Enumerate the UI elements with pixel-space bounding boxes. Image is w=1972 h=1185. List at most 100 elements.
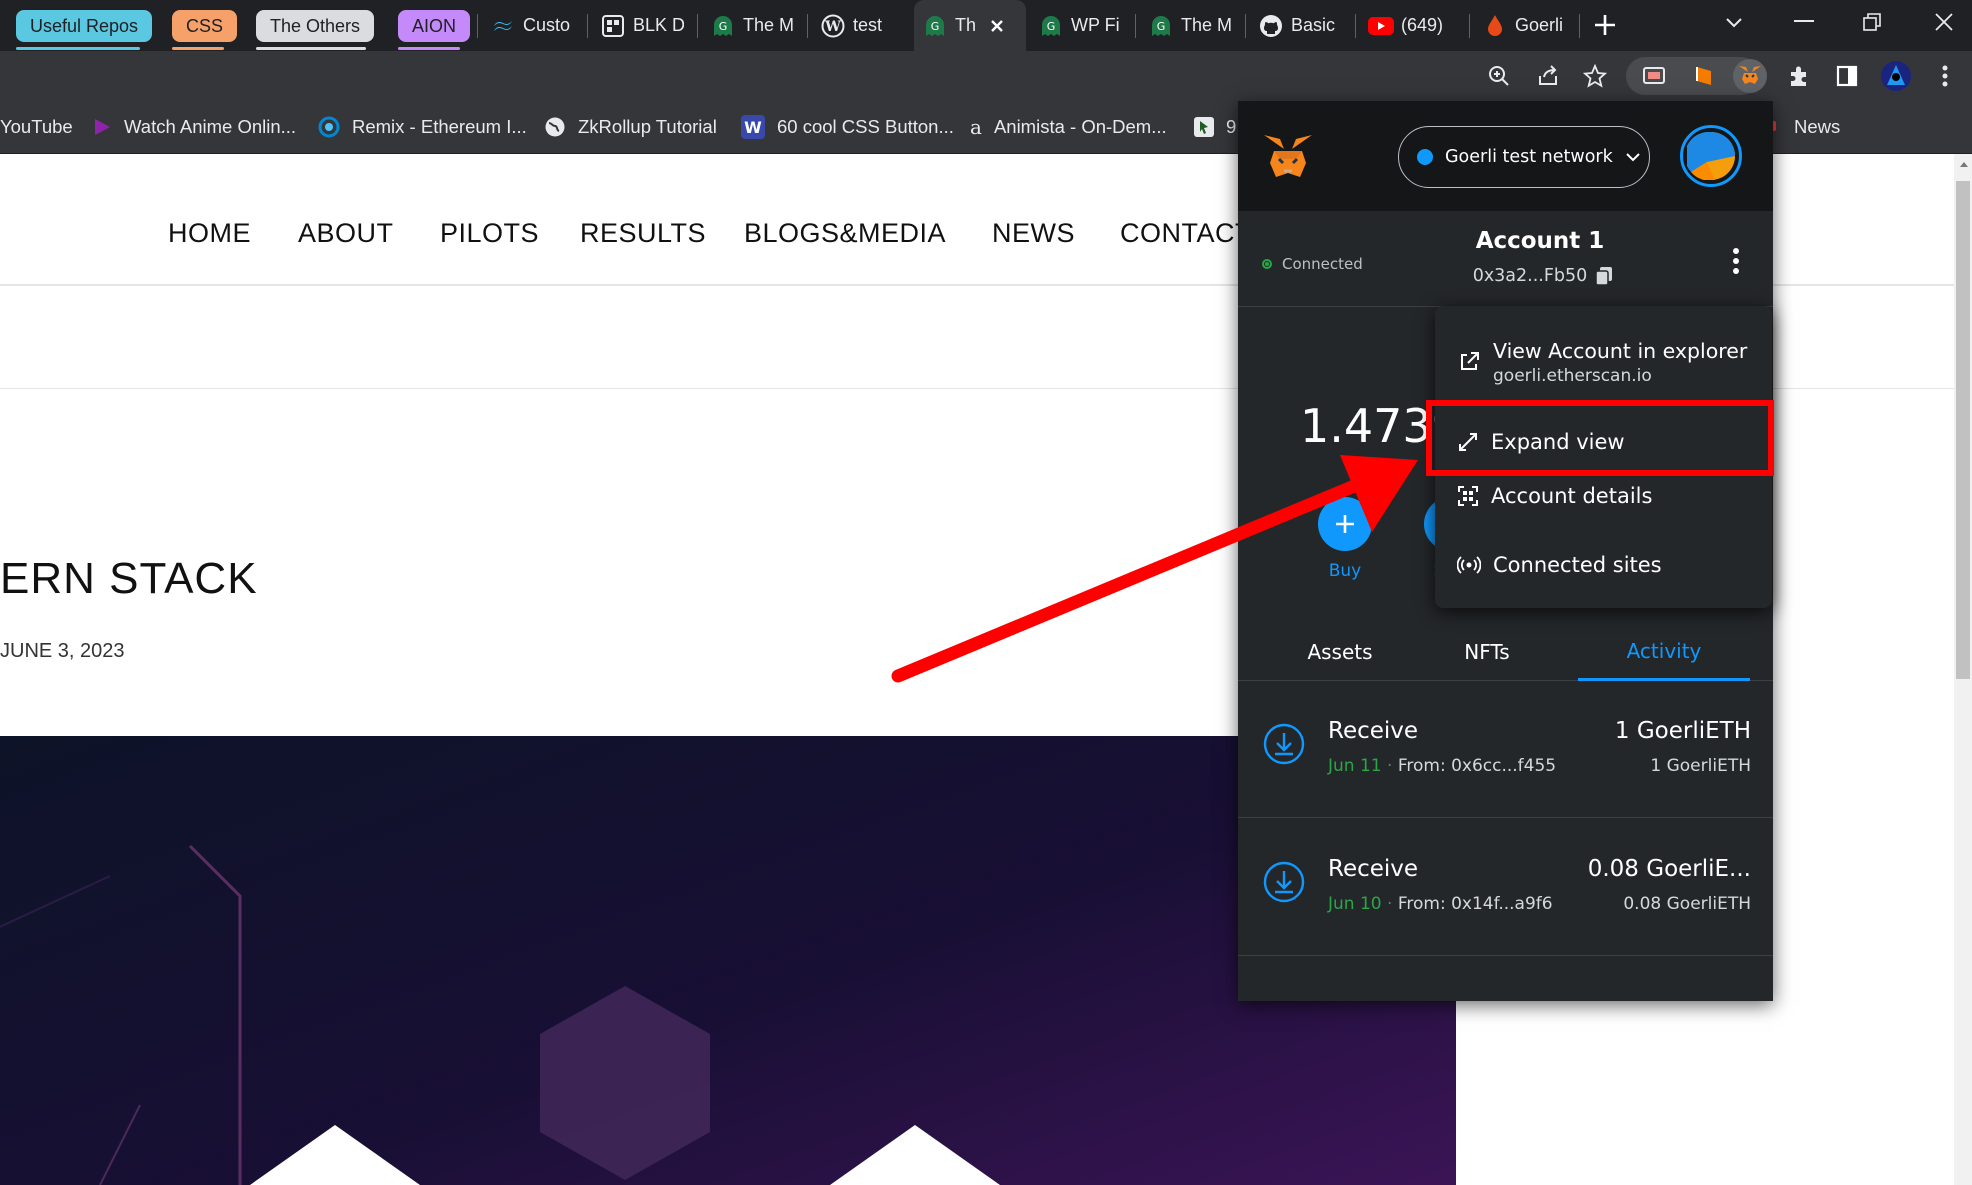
address-copy[interactable]: 0x3a2...Fb50 bbox=[1438, 266, 1648, 286]
side-panel-icon[interactable] bbox=[1830, 59, 1864, 93]
ghost-icon: G bbox=[922, 13, 948, 39]
activity-date: Jun 10 bbox=[1328, 894, 1382, 914]
grid-icon bbox=[600, 13, 626, 39]
tab-separator bbox=[587, 14, 588, 38]
tab-group-the-others[interactable]: The Others bbox=[256, 10, 375, 42]
ghost-icon: G bbox=[1148, 13, 1174, 39]
ghost-icon: G bbox=[1038, 13, 1064, 39]
activity-row[interactable]: Receive Jun 10 · From: 0x14f...a9f6 0.08… bbox=[1238, 818, 1773, 956]
tab-the-m[interactable]: G The M bbox=[702, 0, 802, 51]
tab-group-useful-repos[interactable]: Useful Repos bbox=[16, 10, 153, 42]
tab-group-css[interactable]: CSS bbox=[172, 10, 238, 42]
tab-th-active[interactable]: G Th bbox=[914, 0, 1026, 51]
bookmark-youtube[interactable]: YouTube bbox=[0, 101, 73, 153]
account-avatar[interactable] bbox=[1680, 125, 1742, 187]
tab-assets[interactable]: Assets bbox=[1238, 623, 1442, 681]
tab-separator bbox=[1469, 14, 1470, 38]
account-address: 0x3a2...Fb50 bbox=[1472, 266, 1588, 286]
tab-the-m-2[interactable]: G The M bbox=[1140, 0, 1240, 51]
bookmark-news[interactable]: News bbox=[1772, 101, 1840, 153]
tab-goerli[interactable]: Goerli bbox=[1474, 0, 1574, 51]
tab-separator bbox=[697, 14, 698, 38]
menu-view-explorer-label: View Account in explorer bbox=[1493, 338, 1748, 363]
buy-button[interactable] bbox=[1318, 497, 1372, 551]
account-options-kebab-icon[interactable] bbox=[1732, 247, 1740, 275]
svg-text:G: G bbox=[719, 20, 728, 33]
network-selector[interactable]: Goerli test network bbox=[1398, 126, 1650, 188]
profile-avatar-icon[interactable] bbox=[1879, 59, 1913, 93]
bookmark-css-buttons[interactable]: W 60 cool CSS Button... bbox=[741, 101, 954, 153]
tab-search-chevron-icon[interactable] bbox=[1724, 15, 1744, 29]
animista-a-icon: a bbox=[970, 115, 982, 139]
metamask-fox-logo[interactable] bbox=[1262, 133, 1314, 181]
activity-date: Jun 11 bbox=[1328, 756, 1382, 776]
browser-tab-strip: Useful Repos CSS The Others AION Custo B… bbox=[0, 0, 1972, 51]
close-window-icon[interactable] bbox=[1934, 12, 1954, 32]
activity-row[interactable]: Receive Jun 11 · From: 0x6cc...f455 1 Go… bbox=[1238, 680, 1773, 818]
scrollbar-thumb[interactable] bbox=[1956, 181, 1970, 679]
tab-basic[interactable]: Basic bbox=[1250, 0, 1350, 51]
menu-connected-sites[interactable]: Connected sites bbox=[1435, 535, 1772, 595]
new-tab-plus-icon[interactable] bbox=[1592, 12, 1618, 38]
remix-icon bbox=[318, 116, 340, 138]
bookmark-9[interactable]: 9 bbox=[1194, 101, 1236, 153]
zoom-icon[interactable] bbox=[1482, 59, 1516, 93]
minimize-icon[interactable] bbox=[1794, 20, 1814, 24]
tab-title: Goerli bbox=[1515, 15, 1564, 35]
menu-view-explorer[interactable]: View Account in explorer goerli.ethersca… bbox=[1435, 326, 1772, 398]
copy-icon[interactable] bbox=[1595, 266, 1613, 286]
tab-activity[interactable]: Activity bbox=[1578, 623, 1750, 681]
nav-blogs-media[interactable]: BLOGS&MEDIA bbox=[744, 218, 946, 249]
network-label: Goerli test network bbox=[1445, 147, 1613, 167]
extension-brave-icon[interactable] bbox=[1687, 59, 1721, 93]
account-name[interactable]: Account 1 bbox=[1450, 228, 1630, 254]
globe-icon bbox=[544, 116, 566, 138]
bookmark-label: 60 cool CSS Button... bbox=[777, 116, 954, 137]
bookmark-watch-anime[interactable]: Watch Anime Onlin... bbox=[92, 101, 296, 153]
nav-news[interactable]: NEWS bbox=[992, 218, 1075, 249]
bookmark-label: ZkRollup Tutorial bbox=[578, 116, 717, 137]
share-icon[interactable] bbox=[1531, 59, 1565, 93]
page-scrollbar[interactable] bbox=[1954, 154, 1972, 1185]
nav-contact[interactable]: CONTACT bbox=[1120, 218, 1252, 249]
scroll-up-arrow-icon[interactable] bbox=[1960, 161, 1968, 167]
restore-icon[interactable] bbox=[1862, 12, 1882, 32]
explorer-domain: goerli.etherscan.io bbox=[1493, 365, 1652, 386]
tab-blk[interactable]: BLK D bbox=[592, 0, 692, 51]
menu-connected-sites-label: Connected sites bbox=[1493, 553, 1662, 577]
tab-separator bbox=[1245, 14, 1246, 38]
tab-test[interactable]: W test bbox=[812, 0, 912, 51]
connection-status[interactable]: Connected bbox=[1262, 255, 1363, 273]
metamask-extension-icon[interactable] bbox=[1733, 59, 1767, 93]
activity-from: From: 0x14f...a9f6 bbox=[1397, 894, 1553, 914]
qr-scan-icon bbox=[1457, 485, 1479, 507]
tab-title: Th bbox=[955, 15, 977, 35]
bookmark-star-icon[interactable] bbox=[1578, 59, 1612, 93]
tab-custo[interactable]: Custo bbox=[482, 0, 582, 51]
bookmark-remix[interactable]: Remix - Ethereum I... bbox=[318, 101, 527, 153]
nav-home[interactable]: HOME bbox=[168, 218, 251, 249]
tab-youtube[interactable]: (649) bbox=[1360, 0, 1464, 51]
buy-label: Buy bbox=[1328, 561, 1362, 581]
nav-pilots[interactable]: PILOTS bbox=[440, 218, 539, 249]
tab-title: BLK D bbox=[633, 15, 684, 35]
drop-icon bbox=[1482, 13, 1508, 39]
tab-wp-fi[interactable]: G WP Fi bbox=[1030, 0, 1130, 51]
chrome-menu-icon[interactable] bbox=[1928, 59, 1962, 93]
nav-about[interactable]: ABOUT bbox=[298, 218, 394, 249]
activity-type: Receive bbox=[1328, 718, 1419, 744]
activity-amount-sub: 0.08 GoerliETH bbox=[1623, 894, 1751, 914]
tab-nfts[interactable]: NFTs bbox=[1442, 623, 1532, 681]
extension-cast-icon[interactable] bbox=[1637, 59, 1671, 93]
nav-results[interactable]: RESULTS bbox=[580, 218, 706, 249]
tab-group-underline bbox=[172, 47, 224, 50]
tab-group-aion[interactable]: AION bbox=[398, 10, 471, 42]
bookmark-zkrollup[interactable]: ZkRollup Tutorial bbox=[544, 101, 717, 153]
extensions-puzzle-icon[interactable] bbox=[1782, 59, 1816, 93]
bookmark-animista[interactable]: a Animista - On-Dem... bbox=[970, 101, 1167, 153]
activity-type: Receive bbox=[1328, 856, 1419, 882]
svg-text:W: W bbox=[824, 19, 841, 35]
bookmark-label: 9 bbox=[1226, 116, 1237, 137]
close-tab-icon[interactable] bbox=[989, 18, 1005, 34]
youtube-icon bbox=[1368, 13, 1394, 39]
